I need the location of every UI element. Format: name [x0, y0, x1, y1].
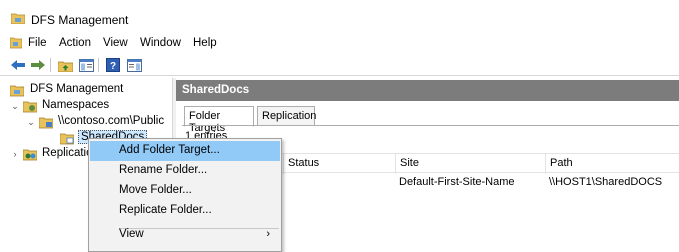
back-icon [11, 60, 25, 70]
namespace-icon [39, 117, 53, 129]
menu-action[interactable]: Action [58, 37, 92, 49]
context-menu: Add Folder Target... Rename Folder... Mo… [88, 138, 282, 252]
cell-status [283, 173, 395, 191]
column-header-path[interactable]: Path [545, 154, 679, 174]
toolbar [0, 54, 679, 76]
namespaces-icon [23, 101, 37, 113]
replication-icon [23, 149, 37, 161]
tree-label: \\contoso.com\Public [58, 115, 165, 127]
expand-chevron-icon[interactable]: ⌄ [26, 114, 36, 130]
up-folder-icon [57, 61, 73, 72]
help-icon: ? [106, 58, 120, 72]
title-bar: DFS Management [0, 0, 679, 30]
menu-window[interactable]: Window [139, 37, 182, 49]
svg-text:?: ? [110, 61, 116, 72]
help-button[interactable]: ? [104, 57, 122, 73]
menu-file[interactable]: File [27, 37, 48, 49]
pane-title: SharedDocs [176, 80, 679, 101]
tree-label: DFS Management [30, 83, 124, 95]
menu-item-view[interactable]: View › [90, 225, 280, 245]
show-hide-console-tree-button[interactable] [77, 57, 95, 73]
window-title: DFS Management [31, 13, 129, 27]
show-hide-console-tree-icon [78, 58, 94, 72]
back-button[interactable] [9, 57, 27, 73]
expand-chevron-icon[interactable]: ⌄ [10, 98, 20, 114]
tree-item-dfs-management[interactable]: DFS Management [6, 82, 166, 98]
column-header-site[interactable]: Site [395, 154, 545, 174]
submenu-arrow-icon: › [266, 228, 270, 240]
cell-path: \\HOST1\SharedDOCS [549, 176, 663, 188]
cell-site: Default-First-Site-Name [399, 176, 515, 188]
tab-folder-targets[interactable]: Folder Targets [184, 106, 254, 134]
tree-item-replication[interactable]: › Replicatio [10, 146, 93, 162]
menu-help[interactable]: Help [192, 37, 218, 49]
column-header-status[interactable]: Status [283, 154, 395, 174]
tree-item-namespace-public[interactable]: ⌄ \\contoso.com\Public [26, 114, 172, 130]
menu-item-move-folder[interactable]: Move Folder... [90, 181, 280, 201]
menu-item-replicate-folder[interactable]: Replicate Folder... [90, 201, 280, 221]
dfs-folder-icon [60, 133, 74, 145]
forward-button[interactable] [29, 57, 47, 73]
tree-label: Namespaces [42, 99, 110, 111]
forward-icon [31, 60, 45, 70]
tree-label: Replicatio [42, 147, 93, 159]
dfs-management-icon [10, 85, 24, 97]
collapse-chevron-icon[interactable]: › [10, 146, 20, 162]
toolbar-separator [50, 58, 51, 72]
show-hide-action-pane-button[interactable] [125, 57, 143, 73]
tree-item-namespaces[interactable]: ⌄ Namespaces [10, 98, 170, 114]
toolbar-separator [98, 58, 99, 72]
tab-replication[interactable]: Replication [257, 106, 316, 126]
show-hide-action-pane-icon [126, 58, 142, 72]
dfs-management-icon [11, 13, 25, 24]
menu-view[interactable]: View [102, 37, 129, 49]
up-folder-button[interactable] [56, 57, 74, 73]
menu-item-rename-folder[interactable]: Rename Folder... [90, 161, 280, 181]
menu-item-label: View [119, 228, 144, 240]
mmc-console-icon[interactable] [10, 35, 22, 49]
menu-item-add-folder-target[interactable]: Add Folder Target... [90, 141, 280, 161]
